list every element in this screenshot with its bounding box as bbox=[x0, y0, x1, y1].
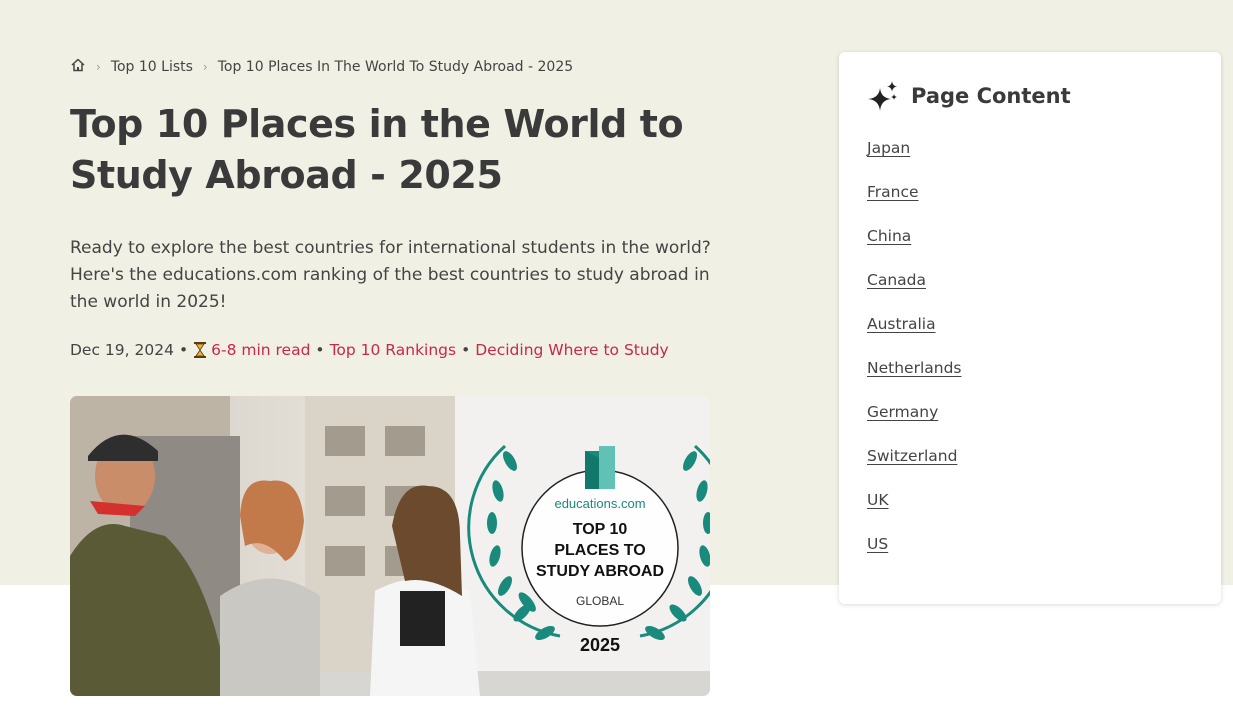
article-meta: Dec 19, 2024 • 6-8 min read • Top 10 Ran… bbox=[70, 341, 669, 359]
hero-image: educations.com TOP 10 PLACES TO STUDY AB… bbox=[70, 396, 710, 696]
breadcrumb-separator-icon: › bbox=[96, 60, 101, 74]
sparkle-icon bbox=[868, 81, 897, 111]
toc-item: Australia bbox=[867, 314, 961, 358]
toc-link-australia[interactable]: Australia bbox=[867, 315, 936, 333]
toc-title: Page Content bbox=[911, 84, 1071, 108]
breadcrumb-home[interactable] bbox=[70, 57, 86, 77]
toc-item: Switzerland bbox=[867, 446, 961, 490]
toc-item: France bbox=[867, 182, 961, 226]
toc-link-france[interactable]: France bbox=[867, 183, 919, 201]
meta-separator: • bbox=[178, 341, 189, 359]
badge-brand: educations.com bbox=[554, 496, 645, 511]
hourglass-icon bbox=[194, 342, 207, 358]
toc-link-us[interactable]: US bbox=[867, 535, 888, 553]
page-title: Top 10 Places in the World to Study Abro… bbox=[70, 102, 684, 197]
hero-illustration: educations.com TOP 10 PLACES TO STUDY AB… bbox=[70, 396, 710, 696]
toc-item: Germany bbox=[867, 402, 961, 446]
toc-item: Netherlands bbox=[867, 358, 961, 402]
badge-scope: GLOBAL bbox=[576, 594, 624, 608]
publish-date: Dec 19, 2024 bbox=[70, 341, 174, 359]
tag-deciding-where-to-study[interactable]: Deciding Where to Study bbox=[475, 341, 668, 359]
toc-link-china[interactable]: China bbox=[867, 227, 911, 245]
toc-link-japan[interactable]: Japan bbox=[867, 139, 910, 157]
toc-link-netherlands[interactable]: Netherlands bbox=[867, 359, 961, 377]
toc-link-uk[interactable]: UK bbox=[867, 491, 889, 509]
meta-separator: • bbox=[315, 341, 325, 359]
read-time-link[interactable]: 6-8 min read bbox=[211, 341, 310, 359]
article-intro: Ready to explore the best countries for … bbox=[70, 238, 711, 312]
badge-line-1: TOP 10 bbox=[573, 521, 628, 538]
badge-line-3: STUDY ABROAD bbox=[536, 563, 664, 580]
badge-line-2: PLACES TO bbox=[554, 542, 645, 559]
toc-item: Canada bbox=[867, 270, 961, 314]
toc-header: Page Content bbox=[867, 80, 1071, 112]
toc-item: US bbox=[867, 534, 961, 578]
tag-top-10-rankings[interactable]: Top 10 Rankings bbox=[330, 341, 457, 359]
toc-item: China bbox=[867, 226, 961, 270]
home-icon bbox=[71, 58, 85, 72]
toc-item: UK bbox=[867, 490, 961, 534]
breadcrumb: › Top 10 Lists › Top 10 Places In The Wo… bbox=[70, 57, 573, 77]
toc-link-germany[interactable]: Germany bbox=[867, 403, 938, 421]
toc-item: Japan bbox=[867, 138, 961, 182]
toc-list: Japan France China Canada Australia Neth… bbox=[867, 138, 961, 578]
page-content-card: Page Content Japan France China Canada A… bbox=[839, 52, 1221, 604]
toc-link-switzerland[interactable]: Switzerland bbox=[867, 447, 957, 465]
toc-link-canada[interactable]: Canada bbox=[867, 271, 926, 289]
badge-year: 2025 bbox=[580, 635, 620, 655]
breadcrumb-separator-icon: › bbox=[202, 60, 208, 74]
meta-separator: • bbox=[461, 341, 471, 359]
breadcrumb-item-current: Top 10 Places In The World To Study Abro… bbox=[217, 59, 574, 75]
breadcrumb-item-top-10-lists[interactable]: Top 10 Lists bbox=[111, 59, 193, 75]
